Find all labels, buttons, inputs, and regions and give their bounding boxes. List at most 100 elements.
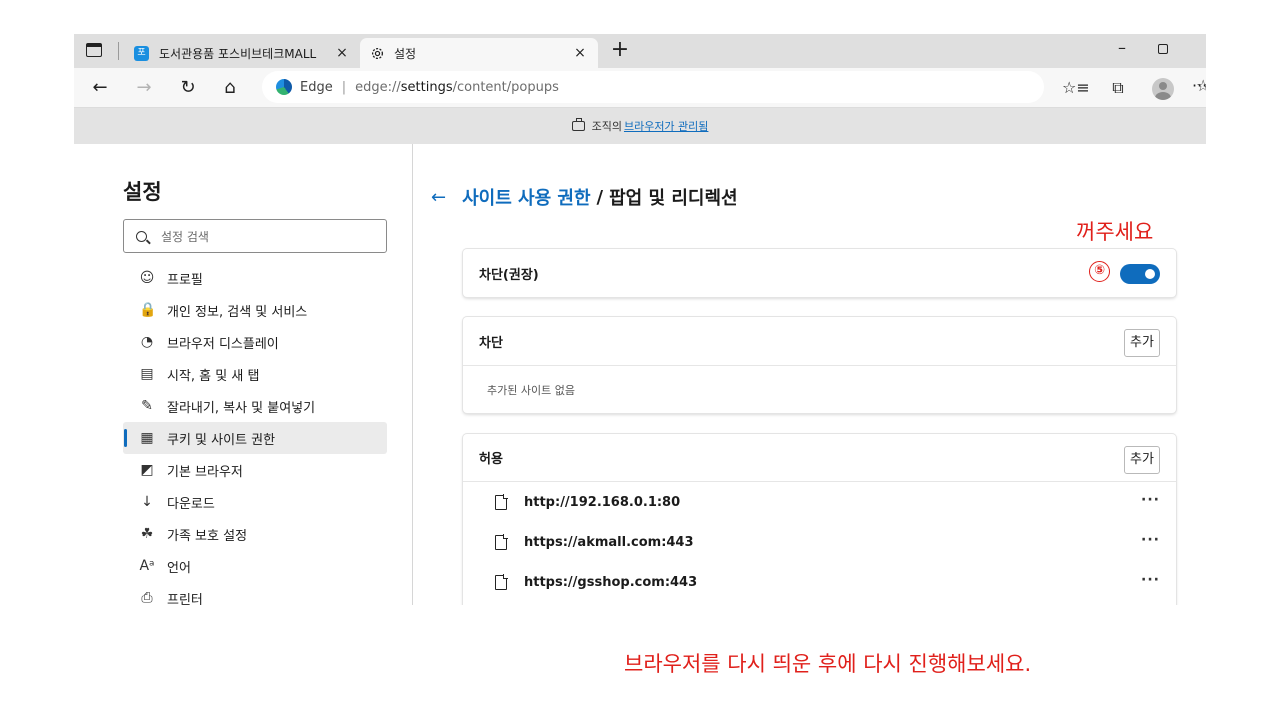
block-recommended-label: 차단(권장) — [479, 267, 539, 283]
allow-card: 허용 추가 http://192.168.0.1:80 ··· https://… — [463, 434, 1176, 605]
address-scheme: edge:// — [355, 79, 401, 95]
sidebar-item-label: 브라우저 디스플레이 — [167, 336, 279, 352]
edge-logo-icon — [276, 79, 292, 95]
cookie-permissions-icon: ▦ — [140, 430, 154, 446]
settings-title: 설정 — [123, 180, 162, 204]
sidebar-item-label: 잘라내기, 복사 및 붙여넣기 — [167, 400, 316, 416]
lock-icon: 🔒 — [139, 302, 157, 318]
managed-prefix: 조직의 — [591, 120, 622, 133]
address-separator: | — [341, 79, 347, 95]
site-more-icon[interactable]: ··· — [1141, 492, 1160, 508]
allow-label: 허용 — [479, 452, 503, 467]
sidebar-item-label: 프린터 — [167, 592, 203, 606]
sidebar-item-label: 가족 보호 설정 — [167, 528, 248, 544]
profile-avatar[interactable] — [1152, 78, 1174, 100]
new-tab-button[interactable]: + — [608, 39, 632, 63]
page-title: 팝업 및 리디렉션 — [609, 188, 738, 209]
maximize-button[interactable] — [1158, 44, 1168, 54]
sidebar-item-label: 프로필 — [167, 272, 203, 288]
forward-button[interactable]: → — [132, 76, 156, 100]
block-recommended-card: 차단(권장) ⑤ — [463, 249, 1176, 297]
back-button[interactable]: ← — [88, 76, 112, 100]
site-url: https://gsshop.com:443 — [524, 574, 698, 590]
briefcase-icon — [571, 118, 585, 131]
site-more-icon[interactable]: ··· — [1141, 532, 1160, 548]
gear-icon — [371, 47, 384, 59]
address-bar[interactable]: Edge | edge://settings/content/popups ☆ — [262, 71, 1206, 103]
tab-store[interactable]: 포 도서관용품 포스비브테크MALL × — [124, 38, 360, 68]
block-recommended-row: 차단(권장) ⑤ — [463, 249, 1176, 297]
allowed-site-row: http://192.168.0.1:80 ··· — [463, 482, 1176, 522]
address-rest: /content/popups — [452, 79, 559, 95]
page-icon — [495, 534, 508, 550]
family-icon: ☘ — [140, 526, 154, 542]
sidebar-item-family[interactable]: ☘ 가족 보호 설정 — [123, 518, 387, 550]
allow-add-button[interactable]: 추가 — [1124, 446, 1160, 474]
sidebar-item-downloads[interactable]: ↓ 다운로드 — [123, 486, 387, 518]
breadcrumb: ← 사이트 사용 권한 / 팝업 및 리디렉션 — [431, 184, 738, 210]
sidebar-item-label: 언어 — [167, 560, 191, 576]
block-card: 차단 추가 추가된 사이트 없음 — [463, 317, 1176, 413]
sidebar-item-clipboard[interactable]: ✎ 잘라내기, 복사 및 붙여넣기 — [123, 390, 387, 422]
settings-content: ← 사이트 사용 권한 / 팝업 및 리디렉션 꺼주세요 차단(권장) ⑤ 차단… — [413, 144, 1206, 605]
block-empty-text: 추가된 사이트 없음 — [487, 383, 575, 397]
annotation-restart-browser: 브라우저를 다시 띄운 후에 다시 진행해보세요. — [624, 652, 1032, 676]
sidebar-item-label: 쿠키 및 사이트 권한 — [167, 432, 276, 448]
tab-divider — [118, 42, 119, 60]
address-brand: Edge — [300, 79, 333, 95]
site-more-icon[interactable]: ··· — [1141, 572, 1160, 588]
home-button[interactable]: ⌂ — [218, 76, 242, 100]
breadcrumb-site-permissions[interactable]: 사이트 사용 권한 — [462, 184, 590, 210]
site-url: http://192.168.0.1:80 — [524, 494, 681, 510]
site-url: https://akmall.com:443 — [524, 534, 694, 550]
close-tab-icon[interactable]: × — [572, 45, 588, 61]
annotation-turn-off: 꺼주세요 — [1076, 220, 1154, 244]
start-page-icon: ▤ — [140, 366, 154, 382]
tab-actions-icon[interactable] — [86, 43, 102, 57]
page-icon — [495, 574, 508, 590]
collections-icon[interactable]: ⧉ — [1106, 76, 1130, 100]
close-tab-icon[interactable]: × — [334, 45, 350, 61]
managed-link[interactable]: 브라우저가 관리됨 — [624, 118, 708, 134]
back-arrow-icon[interactable]: ← — [431, 187, 446, 208]
tab-settings[interactable]: 설정 × — [360, 38, 598, 68]
search-placeholder: 설정 검색 — [161, 229, 209, 244]
sidebar-item-label: 다운로드 — [167, 496, 215, 512]
palette-icon: ◔ — [140, 334, 154, 350]
allowed-site-row: https://gsshop.com:443 ··· — [463, 562, 1176, 602]
sidebar-item-label: 시작, 홈 및 새 탭 — [167, 368, 260, 384]
settings-search-input[interactable]: 설정 검색 — [123, 219, 387, 253]
download-icon: ↓ — [141, 494, 153, 510]
step-marker: ⑤ — [1089, 261, 1110, 282]
more-menu-icon[interactable]: ··· — [1192, 76, 1206, 95]
language-icon: Aᵃ — [139, 558, 155, 574]
sidebar-item-start-home[interactable]: ▤ 시작, 홈 및 새 탭 — [123, 358, 387, 390]
block-popups-toggle[interactable] — [1120, 264, 1160, 284]
sidebar-item-cookies-permissions[interactable]: ▦ 쿠키 및 사이트 권한 — [123, 422, 387, 454]
navigation-toolbar: ← → ↻ ⌂ Edge | edge://settings/content/p… — [74, 68, 1206, 108]
tab-title: 설정 — [394, 46, 417, 61]
sidebar-item-appearance[interactable]: ◔ 브라우저 디스플레이 — [123, 326, 387, 358]
block-label: 차단 — [479, 335, 503, 351]
profile-icon: ☺ — [139, 270, 155, 286]
browser-screenshot: 포 도서관용품 포스비브테크MALL × 설정 × + – ← → ↻ ⌂ Ed… — [74, 34, 1206, 605]
settings-nav: ☺ 프로필 🔒 개인 정보, 검색 및 서비스 ◔ 브라우저 디스플레이 ▤ 시작, 홈… — [123, 262, 387, 605]
allow-header-row: 허용 추가 — [463, 434, 1176, 482]
sidebar-item-profile[interactable]: ☺ 프로필 — [123, 262, 387, 294]
favorites-icon[interactable]: ☆≡ — [1062, 76, 1090, 100]
block-add-button[interactable]: 추가 — [1124, 329, 1160, 357]
managed-by-org-bar: 조직의 브라우저가 관리됨 — [74, 108, 1206, 144]
tab-title: 도서관용품 포스비브테크MALL — [159, 46, 317, 61]
address-path: settings — [400, 79, 453, 95]
sidebar-item-printers[interactable]: ⎙ 프린터 — [123, 582, 387, 605]
sidebar-item-default-browser[interactable]: ◩ 기본 브라우저 — [123, 454, 387, 486]
sidebar-item-languages[interactable]: Aᵃ 언어 — [123, 550, 387, 582]
sidebar-item-label: 기본 브라우저 — [167, 464, 243, 480]
search-icon — [136, 230, 147, 242]
sidebar-item-privacy[interactable]: 🔒 개인 정보, 검색 및 서비스 — [123, 294, 387, 326]
minimize-button[interactable]: – — [1110, 38, 1134, 62]
tab-strip: 포 도서관용품 포스비브테크MALL × 설정 × + – — [74, 34, 1206, 68]
refresh-button[interactable]: ↻ — [176, 76, 200, 100]
settings-sidebar: 설정 설정 검색 ☺ 프로필 🔒 개인 정보, 검색 및 서비스 ◔ 브라우저 디스플… — [74, 144, 412, 605]
page-icon — [495, 494, 508, 510]
